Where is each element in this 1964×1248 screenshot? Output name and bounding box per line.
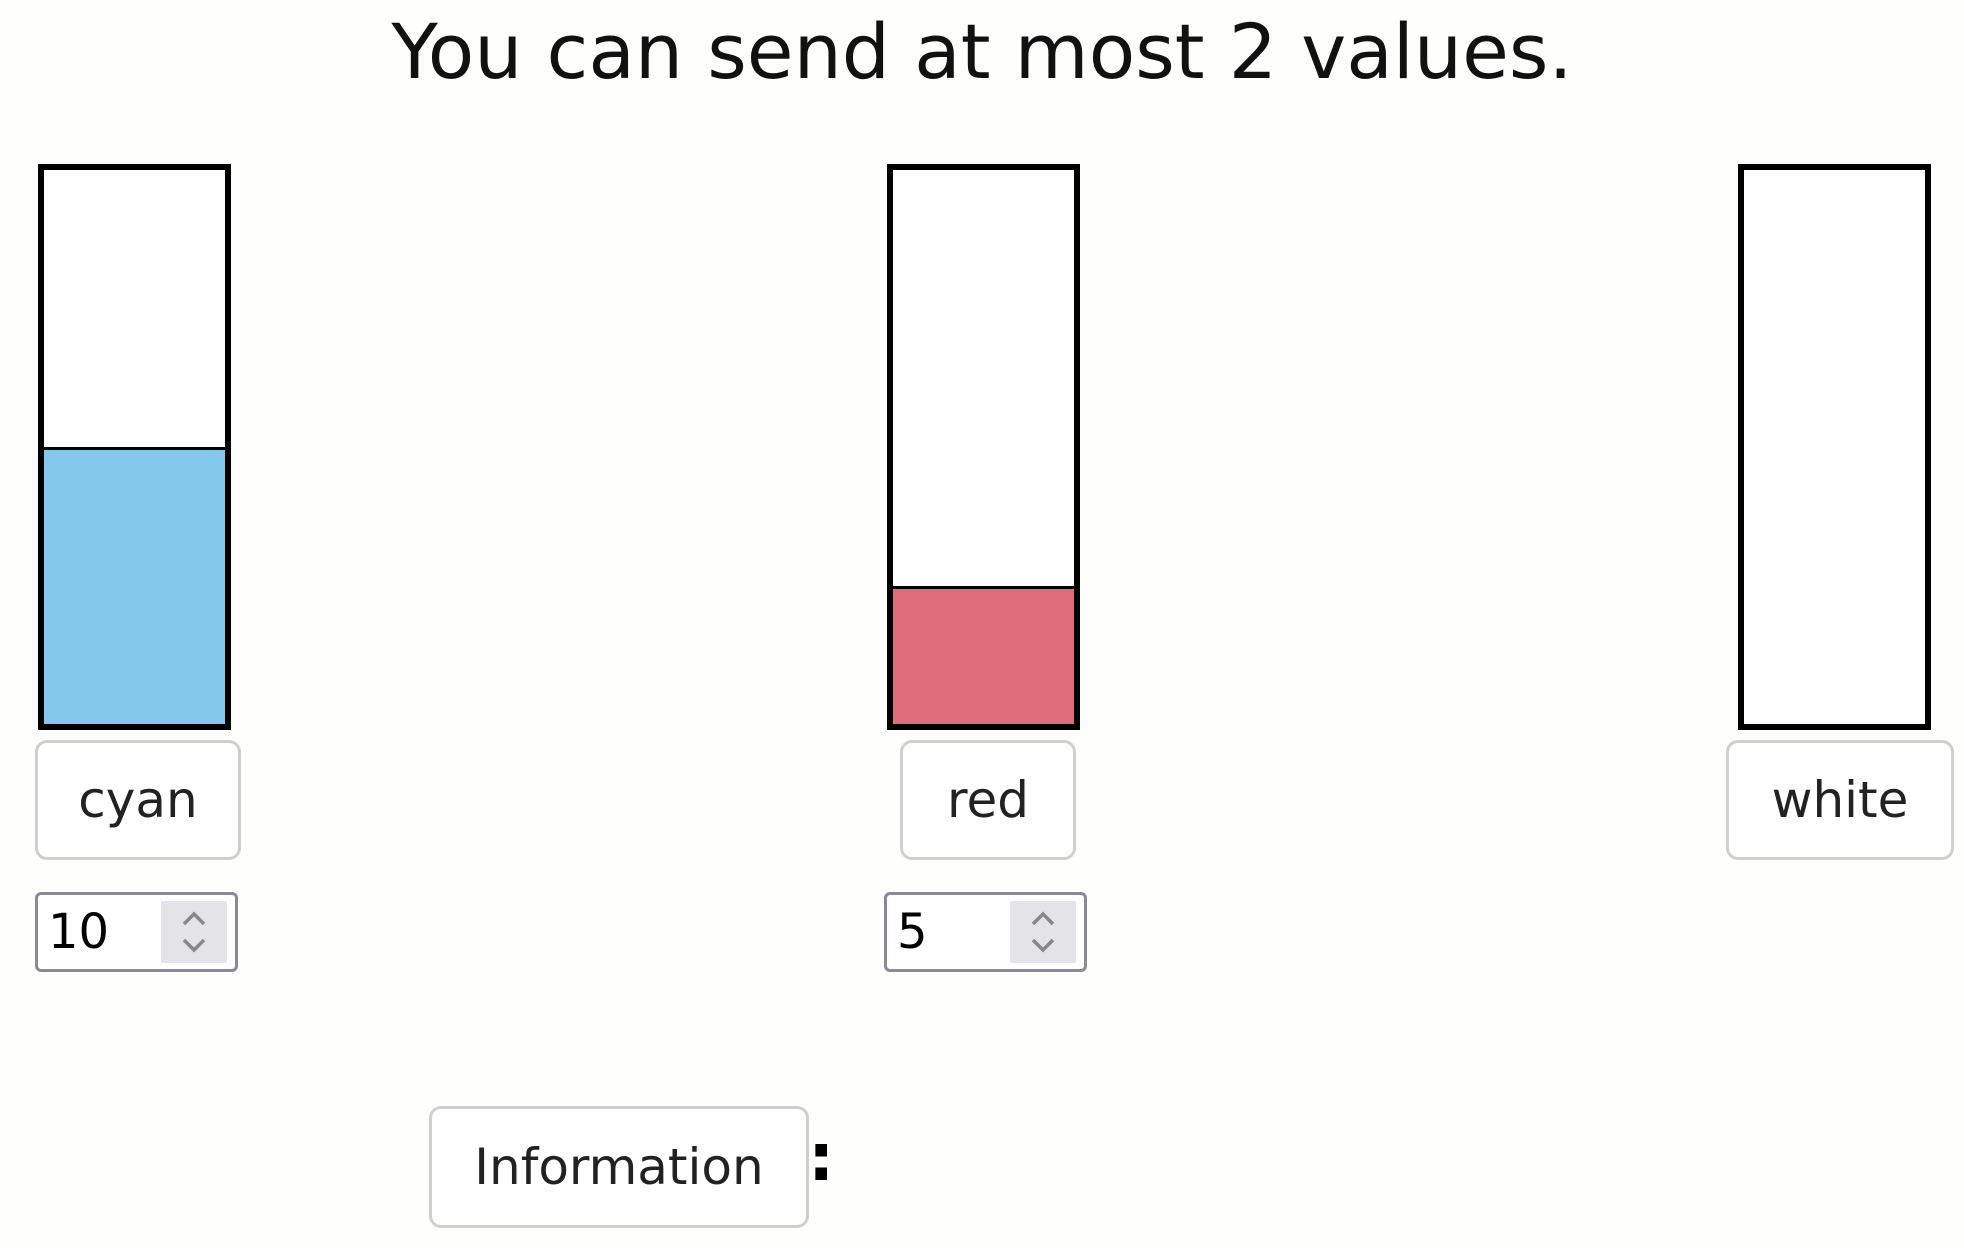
white-button[interactable]: white	[1726, 740, 1954, 860]
red-stepper-arrows[interactable]	[1010, 901, 1076, 963]
chevron-up-icon[interactable]	[1030, 909, 1056, 927]
chevron-down-icon[interactable]	[1030, 937, 1056, 955]
cyan-button[interactable]: cyan	[35, 740, 241, 860]
page-title: You can send at most 2 values.	[391, 7, 1573, 96]
information-separator: :	[808, 1119, 835, 1196]
bar-fill-red	[893, 585, 1074, 724]
chevron-down-icon[interactable]	[181, 937, 207, 955]
cyan-quantity-stepper[interactable]: 10	[35, 892, 238, 972]
red-button[interactable]: red	[900, 740, 1076, 860]
bar-cyan	[38, 164, 231, 730]
bar-red	[887, 164, 1080, 730]
red-quantity-stepper[interactable]: 5	[884, 892, 1087, 972]
page: You can send at most 2 values. cyan 10 r…	[0, 0, 1964, 1248]
red-stepper-value[interactable]: 5	[897, 895, 928, 969]
chevron-up-icon[interactable]	[181, 909, 207, 927]
bar-fill-cyan	[44, 447, 225, 724]
bar-white	[1738, 164, 1931, 730]
cyan-stepper-value[interactable]: 10	[48, 895, 109, 969]
information-button[interactable]: Information	[429, 1106, 809, 1228]
cyan-stepper-arrows[interactable]	[161, 901, 227, 963]
